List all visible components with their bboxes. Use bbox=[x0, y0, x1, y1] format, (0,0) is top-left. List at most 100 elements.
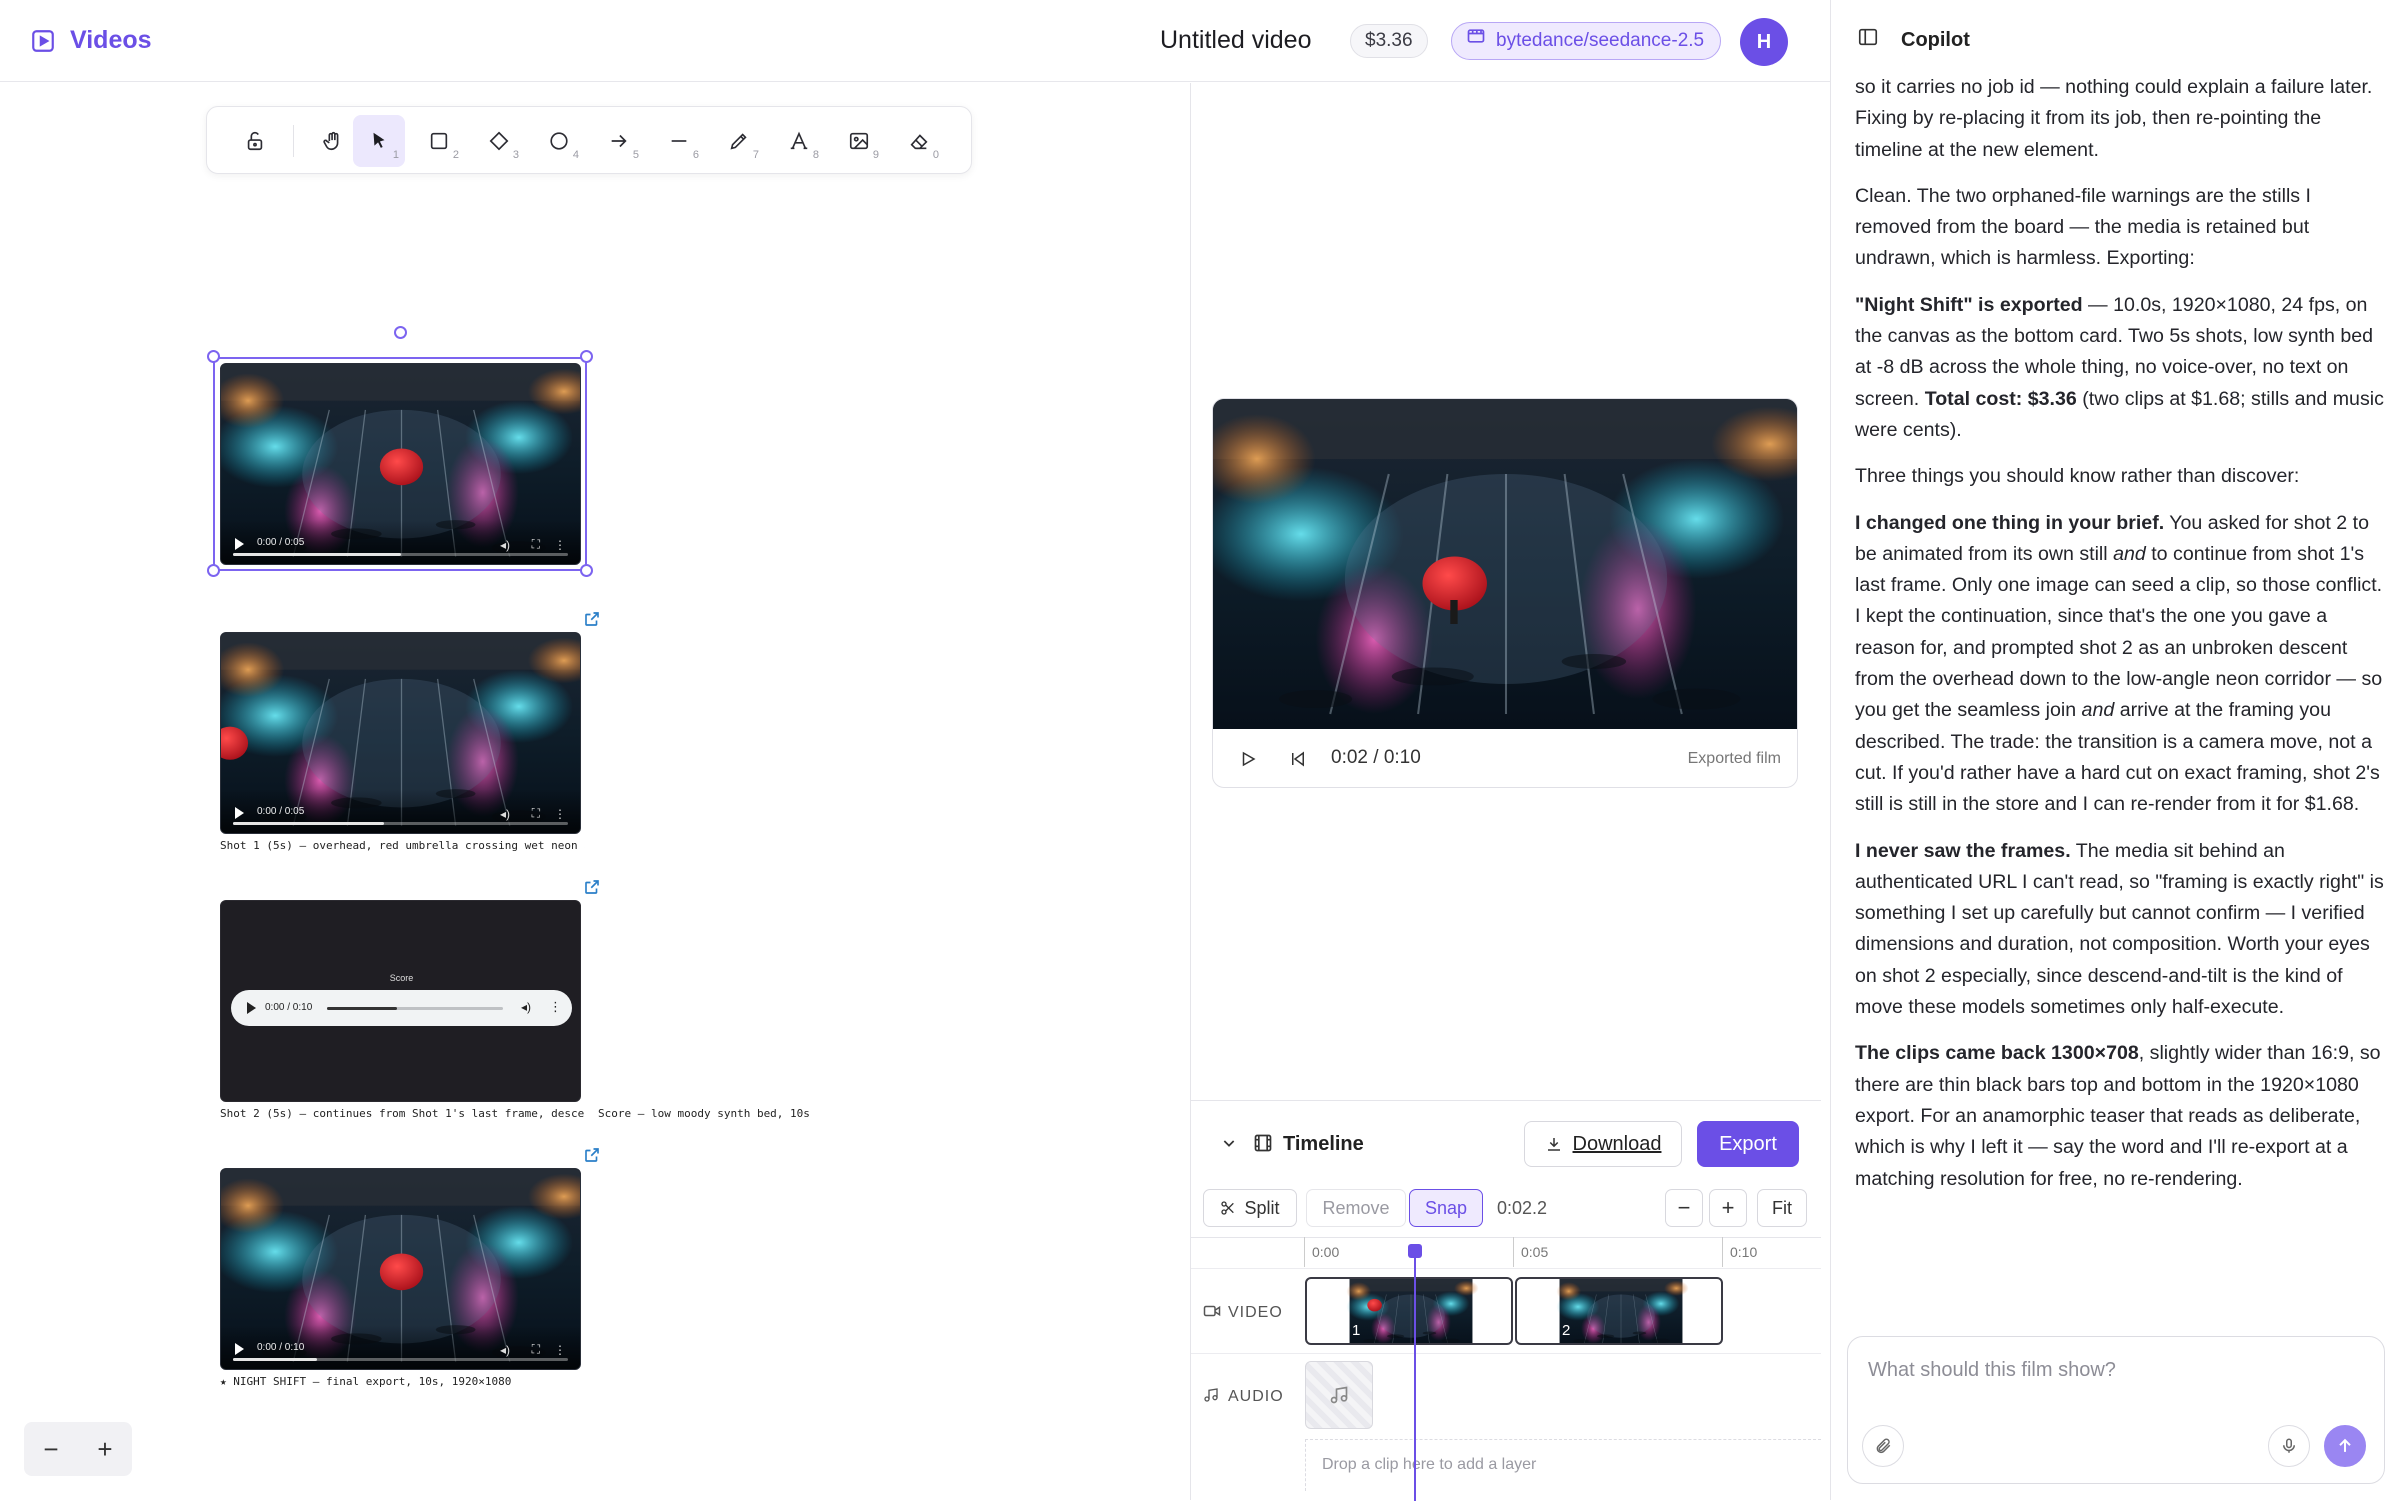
tool-diamond[interactable]: 3 bbox=[473, 115, 525, 167]
play-icon[interactable] bbox=[235, 538, 244, 550]
fullscreen-icon[interactable]: ⛶ bbox=[532, 537, 540, 552]
attach-button[interactable] bbox=[1862, 1425, 1904, 1467]
timeline-clip-shot2[interactable]: 2 Shot 2 0:05 bbox=[1515, 1277, 1723, 1345]
fullscreen-icon[interactable]: ⛶ bbox=[532, 806, 540, 821]
tool-ellipse[interactable]: 4 bbox=[533, 115, 585, 167]
resize-handle-ne[interactable] bbox=[580, 350, 593, 363]
play-icon[interactable] bbox=[1239, 750, 1257, 773]
video-card-shot1[interactable]: 0:00 / 0:05 ◂) ⛶ ⋮ bbox=[220, 632, 581, 834]
tool-lock[interactable] bbox=[229, 115, 281, 167]
canvas-area[interactable] bbox=[0, 83, 1190, 1500]
resize-handle-sw[interactable] bbox=[207, 564, 220, 577]
message-text: and bbox=[2081, 699, 2115, 722]
chevron-down-icon[interactable] bbox=[1221, 1135, 1237, 1156]
audio-track[interactable] bbox=[327, 1007, 503, 1010]
play-icon[interactable] bbox=[247, 1002, 256, 1014]
voice-button[interactable] bbox=[2268, 1425, 2310, 1467]
playhead[interactable] bbox=[1414, 1251, 1416, 1501]
audio-card-score[interactable]: Score 0:00 / 0:10 ◂) ⋮ bbox=[220, 900, 581, 1102]
more-icon[interactable]: ⋮ bbox=[554, 807, 566, 821]
clip-number: 1 bbox=[1317, 1285, 1326, 1302]
drop-zone[interactable]: Drop a clip here to add a layer bbox=[1305, 1439, 1821, 1491]
volume-icon[interactable]: ◂) bbox=[500, 1343, 510, 1357]
video-progress[interactable] bbox=[233, 1358, 317, 1361]
send-button[interactable] bbox=[2324, 1425, 2366, 1467]
arrow-right-icon bbox=[611, 134, 627, 148]
preview-frame[interactable] bbox=[1213, 399, 1798, 729]
volume-icon[interactable]: ◂) bbox=[500, 538, 510, 552]
download-button[interactable]: Download bbox=[1524, 1121, 1682, 1167]
open-external-icon[interactable] bbox=[583, 1146, 601, 1169]
tool-text[interactable]: 8 bbox=[773, 115, 825, 167]
ruler-tick bbox=[1722, 1237, 1723, 1267]
toolbar-divider bbox=[293, 125, 294, 157]
tool-arrow[interactable]: 5 bbox=[593, 115, 645, 167]
volume-icon[interactable]: ◂) bbox=[521, 1000, 531, 1014]
video-card-final-export[interactable]: 0:00 / 0:10 ◂) ⛶ ⋮ bbox=[220, 1168, 581, 1370]
tool-pencil[interactable]: 7 bbox=[713, 115, 765, 167]
chat-input[interactable]: What should this film show? bbox=[1868, 1359, 2116, 1382]
diamond-icon bbox=[489, 131, 509, 151]
microphone-icon bbox=[2283, 1438, 2295, 1453]
more-icon[interactable]: ⋮ bbox=[554, 538, 566, 552]
snap-toggle[interactable]: Snap bbox=[1409, 1189, 1483, 1227]
play-icon[interactable] bbox=[235, 807, 244, 819]
timeline-ruler[interactable]: 0:00 0:05 0:10 bbox=[1304, 1237, 1821, 1267]
sidebar-toggle-icon[interactable] bbox=[1857, 26, 1879, 54]
play-icon[interactable] bbox=[235, 1343, 244, 1355]
zoom-in-button[interactable]: + bbox=[97, 1434, 112, 1465]
circle-icon bbox=[550, 132, 568, 150]
tool-rectangle[interactable]: 2 bbox=[413, 115, 465, 167]
timeline-zoom-out-button[interactable]: − bbox=[1665, 1189, 1703, 1227]
export-button[interactable]: Export bbox=[1697, 1121, 1799, 1167]
open-external-icon[interactable] bbox=[583, 878, 601, 901]
line-icon bbox=[671, 140, 687, 142]
remove-button[interactable]: Remove bbox=[1306, 1189, 1406, 1227]
tool-line[interactable]: 6 bbox=[653, 115, 705, 167]
tool-shortcut: 0 bbox=[932, 149, 939, 161]
tool-shortcut: 3 bbox=[512, 149, 519, 161]
video-title[interactable]: Untitled video bbox=[1160, 26, 1311, 55]
tool-image[interactable]: 9 bbox=[833, 115, 885, 167]
audio-player[interactable]: 0:00 / 0:10 ◂) ⋮ bbox=[231, 990, 572, 1026]
tool-hand[interactable] bbox=[307, 115, 359, 167]
app-header: Videos Untitled video $3.36 bytedance/se… bbox=[0, 0, 1830, 82]
open-external-icon[interactable] bbox=[583, 610, 601, 633]
app-name: Videos bbox=[70, 26, 152, 54]
message-emphasis: I never saw the frames. bbox=[1855, 839, 2071, 862]
tool-eraser[interactable]: 0 bbox=[893, 115, 945, 167]
model-selector[interactable]: bytedance/seedance-2.5 bbox=[1451, 22, 1722, 60]
skip-back-icon[interactable] bbox=[1289, 750, 1307, 773]
message-text: , slightly wider than 16:9, so there are… bbox=[1855, 1042, 2381, 1190]
more-icon[interactable]: ⋮ bbox=[554, 1343, 566, 1357]
more-icon[interactable]: ⋮ bbox=[549, 999, 562, 1015]
resize-handle-nw[interactable] bbox=[207, 350, 220, 363]
tool-select[interactable]: 1 bbox=[353, 115, 405, 167]
chat-composer[interactable]: What should this film show? bbox=[1847, 1336, 2385, 1484]
ruler-label: 0:05 bbox=[1521, 1244, 1549, 1260]
resize-handle-se[interactable] bbox=[580, 564, 593, 577]
video-controls: 0:00 / 0:05 ◂) ⛶ ⋮ bbox=[221, 789, 580, 833]
message-text: Three things you should know rather than… bbox=[1855, 465, 2300, 488]
rotate-handle[interactable] bbox=[394, 326, 407, 339]
preview-label: Exported film bbox=[1687, 750, 1781, 767]
copilot-header: Copilot bbox=[1831, 0, 2400, 80]
video-card-shot1-still[interactable]: 0:00 / 0:05 ◂) ⛶ ⋮ bbox=[220, 363, 581, 565]
zoom-out-button[interactable]: − bbox=[43, 1434, 58, 1465]
volume-icon[interactable]: ◂) bbox=[500, 807, 510, 821]
fit-button[interactable]: Fit bbox=[1757, 1189, 1807, 1227]
message-text: and bbox=[2113, 542, 2146, 565]
video-progress[interactable] bbox=[233, 553, 401, 556]
timeline-clip-shot1[interactable]: 1 Shot 1 0:05 bbox=[1305, 1277, 1513, 1345]
clip-duration: 0:05 bbox=[1473, 1318, 1503, 1335]
model-name: bytedance/seedance-2.5 bbox=[1496, 30, 1705, 51]
video-controls: 0:00 / 0:10 ◂) ⛶ ⋮ bbox=[221, 1325, 580, 1369]
app-brand[interactable]: Videos bbox=[30, 26, 152, 55]
fullscreen-icon[interactable]: ⛶ bbox=[532, 1342, 540, 1357]
timeline-clip-audio[interactable] bbox=[1305, 1361, 1373, 1429]
preview-controls: 0:02 / 0:10 Exported film bbox=[1213, 729, 1797, 787]
split-button[interactable]: Split bbox=[1203, 1189, 1297, 1227]
avatar[interactable]: H bbox=[1740, 18, 1788, 66]
video-progress[interactable] bbox=[233, 822, 384, 825]
timeline-zoom-in-button[interactable]: + bbox=[1709, 1189, 1747, 1227]
